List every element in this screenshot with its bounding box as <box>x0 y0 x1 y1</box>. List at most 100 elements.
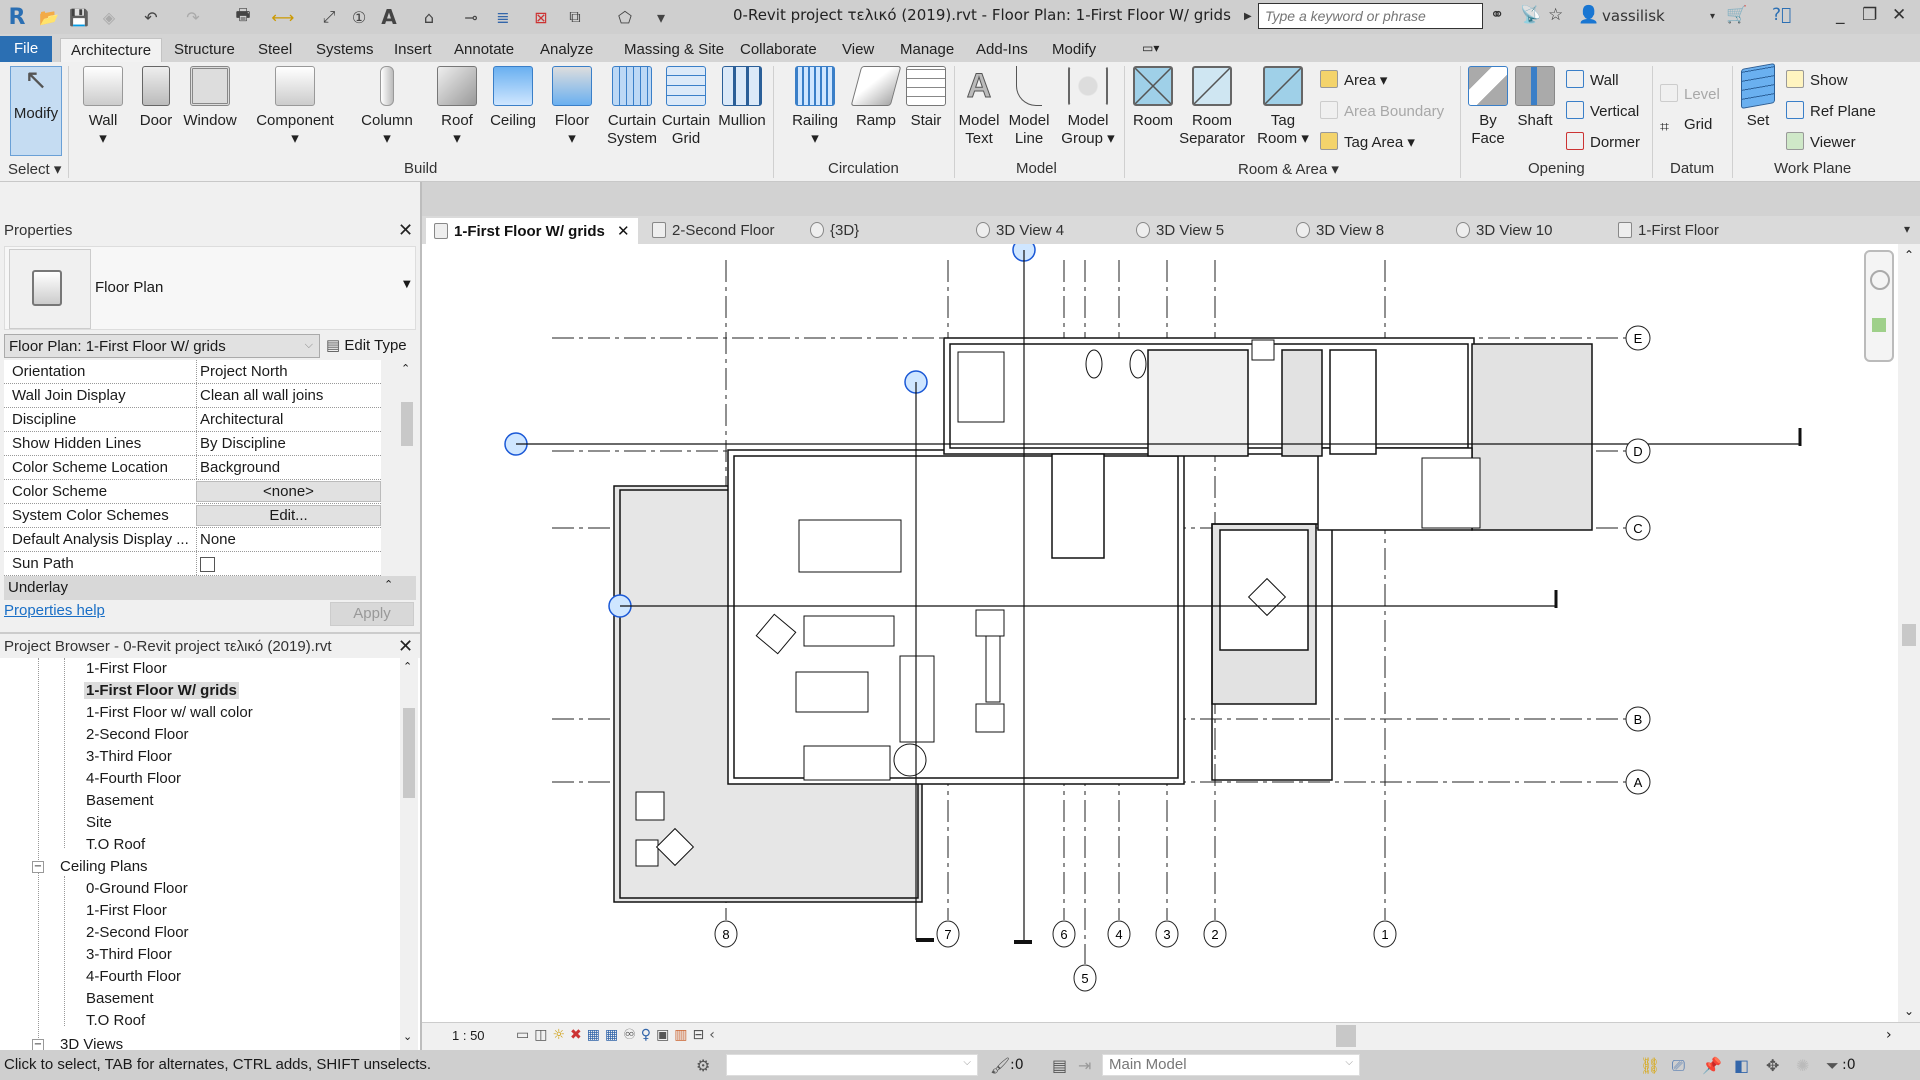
model-line-button[interactable]: Model Line <box>1004 66 1054 148</box>
workset-dropdown[interactable]: ⌵ <box>726 1054 978 1076</box>
select-dropdown[interactable]: Select ▾ <box>8 160 61 178</box>
canvas-vertical-scrollbar[interactable]: ⌃ ⌄ <box>1898 244 1920 1022</box>
save-icon[interactable]: 💾 <box>68 6 90 28</box>
username[interactable]: vassilisk <box>1602 7 1665 25</box>
select-links-icon[interactable]: ⛓ <box>1640 1056 1660 1075</box>
column-button[interactable]: Column ▾ <box>358 66 416 148</box>
select-underlay-icon[interactable]: ⎚ <box>1672 1056 1685 1076</box>
view-tab-2-second-floor[interactable]: 2-Second Floor <box>644 218 783 244</box>
design-options-icon[interactable]: ▤ <box>1052 1056 1067 1075</box>
underlay-section-header[interactable]: Underlay ⌃ <box>4 576 416 600</box>
view-tab-1-first-floor-w-grids[interactable]: 1-First Floor W/ grids ✕ <box>426 218 638 244</box>
browser-item[interactable]: 3-Third Floor <box>86 748 172 765</box>
filter-icon[interactable]: ⏷ <box>1826 1056 1839 1076</box>
tag-room-button[interactable]: Tag Room ▾ <box>1256 66 1310 148</box>
stair-button[interactable]: Stair <box>904 66 948 130</box>
browser-item[interactable]: 4-Fourth Floor <box>86 770 181 787</box>
component-button[interactable]: Component ▾ <box>252 66 338 148</box>
tab-modify[interactable]: Modify <box>1042 38 1106 62</box>
switch-windows-icon[interactable]: ⧉ <box>564 6 586 28</box>
ramp-button[interactable]: Ramp <box>850 66 902 130</box>
view-tab-3d-view-10[interactable]: 3D View 10 <box>1448 218 1560 244</box>
cart-icon[interactable]: 🛒 <box>1726 5 1747 25</box>
tab-steel[interactable]: Steel <box>248 38 302 62</box>
browser-scrollbar[interactable]: ⌃ ⌄ <box>400 658 418 1050</box>
user-dropdown-icon[interactable]: ▾ <box>1710 11 1715 22</box>
level-button[interactable]: Level <box>1660 84 1720 103</box>
measure-icon[interactable]: ⟷ <box>272 6 295 28</box>
browser-group-ceiling-plans[interactable]: Ceiling Plans <box>60 858 148 875</box>
instance-filter-dropdown[interactable]: Floor Plan: 1-First Floor W/ grids ⌵ <box>4 334 320 358</box>
browser-item[interactable]: 2-Second Floor <box>86 924 189 941</box>
tab-file[interactable]: File <box>0 36 53 62</box>
floor-button[interactable]: Floor ▾ <box>548 66 596 148</box>
tab-analyze[interactable]: Analyze <box>530 38 603 62</box>
expand-search-icon[interactable]: ▶ <box>1244 11 1252 22</box>
tab-structure[interactable]: Structure <box>164 38 245 62</box>
room-button[interactable]: Room <box>1130 66 1176 130</box>
close-project-browser-icon[interactable]: ✕ <box>398 636 413 657</box>
color-scheme-button[interactable]: <none> <box>196 481 381 502</box>
editable-only-icon[interactable]: 🖌 <box>990 1056 1010 1075</box>
view-tab-3d-view-5[interactable]: 3D View 5 <box>1128 218 1232 244</box>
user-interface-icon[interactable]: ⬠ <box>614 6 636 28</box>
restore-icon[interactable]: ❐ <box>1862 5 1877 25</box>
wall-button[interactable]: Wall ▾ <box>76 66 130 148</box>
sync-icon[interactable]: ◈ <box>98 6 120 28</box>
tab-systems[interactable]: Systems <box>306 38 384 62</box>
view-control-icons[interactable]: ▭◫☼✖▦▦♾♀▣▥⊟‹ <box>516 1027 720 1043</box>
view-tab-3d-view-4[interactable]: 3D View 4 <box>968 218 1072 244</box>
browser-item[interactable]: Basement <box>86 990 154 1007</box>
tab-view[interactable]: View <box>832 38 884 62</box>
show-work-plane-button[interactable]: Show <box>1786 70 1848 89</box>
grid-button[interactable]: ⌗ Grid <box>1660 116 1712 137</box>
aligned-dimension-icon[interactable]: ⤢ <box>318 6 340 28</box>
browser-item[interactable]: T.O Roof <box>86 1012 145 1029</box>
type-selector[interactable]: Floor Plan ▼ <box>4 246 416 330</box>
tag-area-button[interactable]: Tag Area ▾ <box>1320 132 1415 151</box>
properties-scrollbar[interactable]: ⌃ <box>398 362 416 574</box>
user-icon[interactable]: 👤 <box>1578 5 1599 25</box>
close-window-icon[interactable]: ✕ <box>1892 5 1906 25</box>
browser-item-selected[interactable]: 1-First Floor W/ grids <box>84 682 239 699</box>
worksets-icon[interactable]: ⚙ <box>696 1056 710 1075</box>
default-analysis-display-value[interactable]: None <box>196 528 381 551</box>
vertical-opening-button[interactable]: Vertical <box>1566 101 1639 120</box>
area-button[interactable]: Area ▾ <box>1320 70 1387 89</box>
ref-plane-button[interactable]: Ref Plane <box>1786 101 1876 120</box>
browser-item[interactable]: 1-First Floor <box>86 902 167 919</box>
binoculars-icon[interactable]: ⚭ <box>1490 5 1504 25</box>
roof-button[interactable]: Roof ▾ <box>436 66 478 148</box>
browser-item[interactable]: 0-Ground Floor <box>86 880 188 897</box>
model-text-button[interactable]: A Model Text <box>954 66 1004 148</box>
tab-collaborate[interactable]: Collaborate <box>730 38 827 62</box>
collapse-ceiling-plans-icon[interactable]: − <box>32 861 44 873</box>
favorites-star-icon[interactable]: ☆ <box>1548 5 1563 25</box>
ribbon-minimize-icon[interactable]: ▭▾ <box>1132 38 1169 62</box>
tab-massing-site[interactable]: Massing & Site <box>614 38 734 62</box>
set-work-plane-button[interactable]: Set <box>1740 63 1776 130</box>
tab-insert[interactable]: Insert <box>384 38 442 62</box>
dormer-button[interactable]: Dormer <box>1566 132 1640 151</box>
close-tab-icon[interactable]: ✕ <box>617 223 630 240</box>
zoom-region-icon[interactable] <box>1872 318 1886 332</box>
orientation-value[interactable]: Project North <box>196 360 381 383</box>
window-button[interactable]: Window <box>182 66 238 130</box>
browser-item[interactable]: Basement <box>86 792 154 809</box>
text-icon[interactable]: A <box>378 5 400 29</box>
section-icon[interactable]: ⊸ <box>460 6 482 28</box>
view-tab-3d-view-8[interactable]: 3D View 8 <box>1288 218 1392 244</box>
close-hidden-icon[interactable]: ⊠ <box>530 6 552 28</box>
scroll-right-icon[interactable]: › <box>1886 1027 1892 1043</box>
browser-item[interactable]: 4-Fourth Floor <box>86 968 181 985</box>
system-color-schemes-edit-button[interactable]: Edit... <box>196 505 381 526</box>
exclude-options-icon[interactable]: ⇥ <box>1078 1056 1091 1075</box>
minimize-icon[interactable]: _ <box>1836 5 1845 25</box>
satellite-icon[interactable]: 📡 <box>1520 5 1541 25</box>
view-tab-3d[interactable]: {3D} <box>802 218 867 244</box>
modify-button[interactable]: ↖ Modify <box>10 66 62 156</box>
mullion-button[interactable]: Mullion <box>716 66 768 130</box>
curtain-system-button[interactable]: Curtain System <box>604 66 660 148</box>
wall-join-display-value[interactable]: Clean all wall joins <box>196 384 381 407</box>
properties-help-link[interactable]: Properties help <box>4 602 105 619</box>
